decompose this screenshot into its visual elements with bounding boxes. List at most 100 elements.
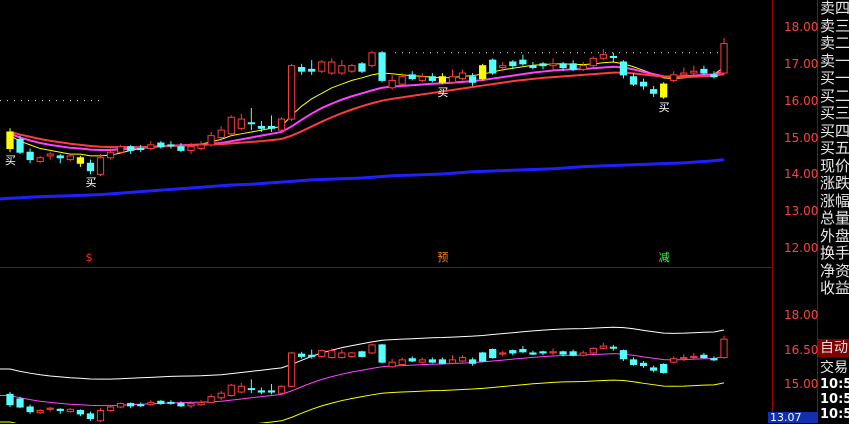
candle [489,59,497,74]
candle [539,63,547,67]
candle [247,122,255,125]
trade-label[interactable]: 交易 [820,357,848,377]
lower-candle [36,409,44,414]
candle [318,61,326,72]
lower-candle [619,350,628,360]
quote-label: 总量 [820,210,849,227]
quote-label: 收益 [820,280,849,297]
lower-candle [277,385,286,394]
y-tick-label: 15.00 [784,377,819,391]
candle [509,61,517,67]
lower-candle [247,388,255,391]
quote-label: 净资 [820,262,849,280]
buy-signal: 买 [5,154,16,168]
lower-candle [479,352,487,362]
candle [237,118,245,129]
lower-candle [690,355,698,359]
lower-candle [398,359,406,365]
ma-line-blue [9,158,725,200]
candle [599,54,607,59]
candle [287,65,296,120]
lower-candle [127,403,135,407]
trade-time: 10:5 [820,392,849,407]
trade-time: 10:5 [820,407,849,422]
candle [298,67,306,72]
lower-candle [649,367,658,371]
candle [46,153,54,157]
candle [167,144,175,147]
lower-candle [448,359,457,364]
lower-candle [338,352,346,359]
lower-candle [609,346,617,349]
candle [458,72,467,80]
lower-candle [519,349,527,353]
y-tick-label: 18.00 [784,308,819,322]
auto-trade-button[interactable]: 自动 [818,339,849,357]
lower-candle [177,403,185,407]
candle [66,155,74,161]
lower-candle [458,357,467,362]
candle [147,144,155,150]
lower-candle [6,393,14,406]
lower-candle [318,350,326,357]
candle [106,151,115,159]
lower-candle [368,344,376,354]
event-marker[interactable]: 减 [659,252,670,264]
lower-candle [428,359,436,363]
panel-divider [0,267,772,268]
lower-candle [549,351,557,354]
quote-label: 买四 [820,122,849,140]
candle [378,52,386,81]
lower-candle [660,363,668,374]
lower-candle [348,352,356,357]
quote-label: 卖三 [820,17,849,35]
lower-candle [237,385,245,393]
candle [438,76,447,83]
buy-signal: 买 [658,100,670,114]
candle [388,79,396,89]
lower-candle [227,384,235,396]
quote-label: 卖一 [820,52,849,70]
lower-candle [579,352,587,356]
event-marker[interactable]: 预 [437,252,448,264]
lower-candle [559,351,567,355]
candle [177,146,185,151]
candle [680,72,688,76]
lower-candle [408,358,416,362]
candle [670,74,678,81]
lower-candle [16,398,24,408]
y-tick-label: 13.00 [784,204,819,219]
lower-candle [207,396,215,403]
candle [277,118,286,131]
lower-candle [137,404,145,407]
event-marker[interactable]: $ [85,252,92,264]
lower-candle [117,403,125,408]
lower-candle [26,406,34,413]
lower-bands-panel [0,326,728,423]
lower-candle [66,408,74,413]
candle [157,142,165,148]
candle [649,89,658,94]
kline-chart[interactable] [0,0,849,423]
candle [559,63,567,69]
candle [700,68,708,74]
lower-candle [187,403,195,407]
candle [629,76,638,85]
lower-candle [599,345,607,349]
candle [448,76,457,83]
candle [197,144,205,150]
y-tick-label: 15.00 [784,130,819,145]
candle [217,129,225,138]
lower-candle [46,407,54,410]
candle [660,83,668,98]
candle [579,65,587,70]
lower-candle [489,349,497,359]
lower-candle [147,401,155,406]
lower-candle [76,409,85,415]
y-tick-label: 17.00 [784,56,819,71]
lower-candle [539,351,547,354]
quote-label: 买一 [820,70,849,87]
candle [348,65,356,72]
candle [127,146,135,151]
candle [499,65,507,69]
